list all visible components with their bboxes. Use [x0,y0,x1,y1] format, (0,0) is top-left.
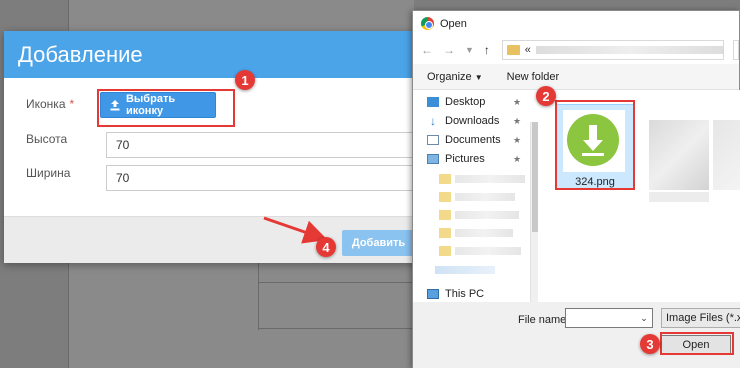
arrow-annotation [263,216,328,244]
step-badge-4: 4 [316,237,336,257]
